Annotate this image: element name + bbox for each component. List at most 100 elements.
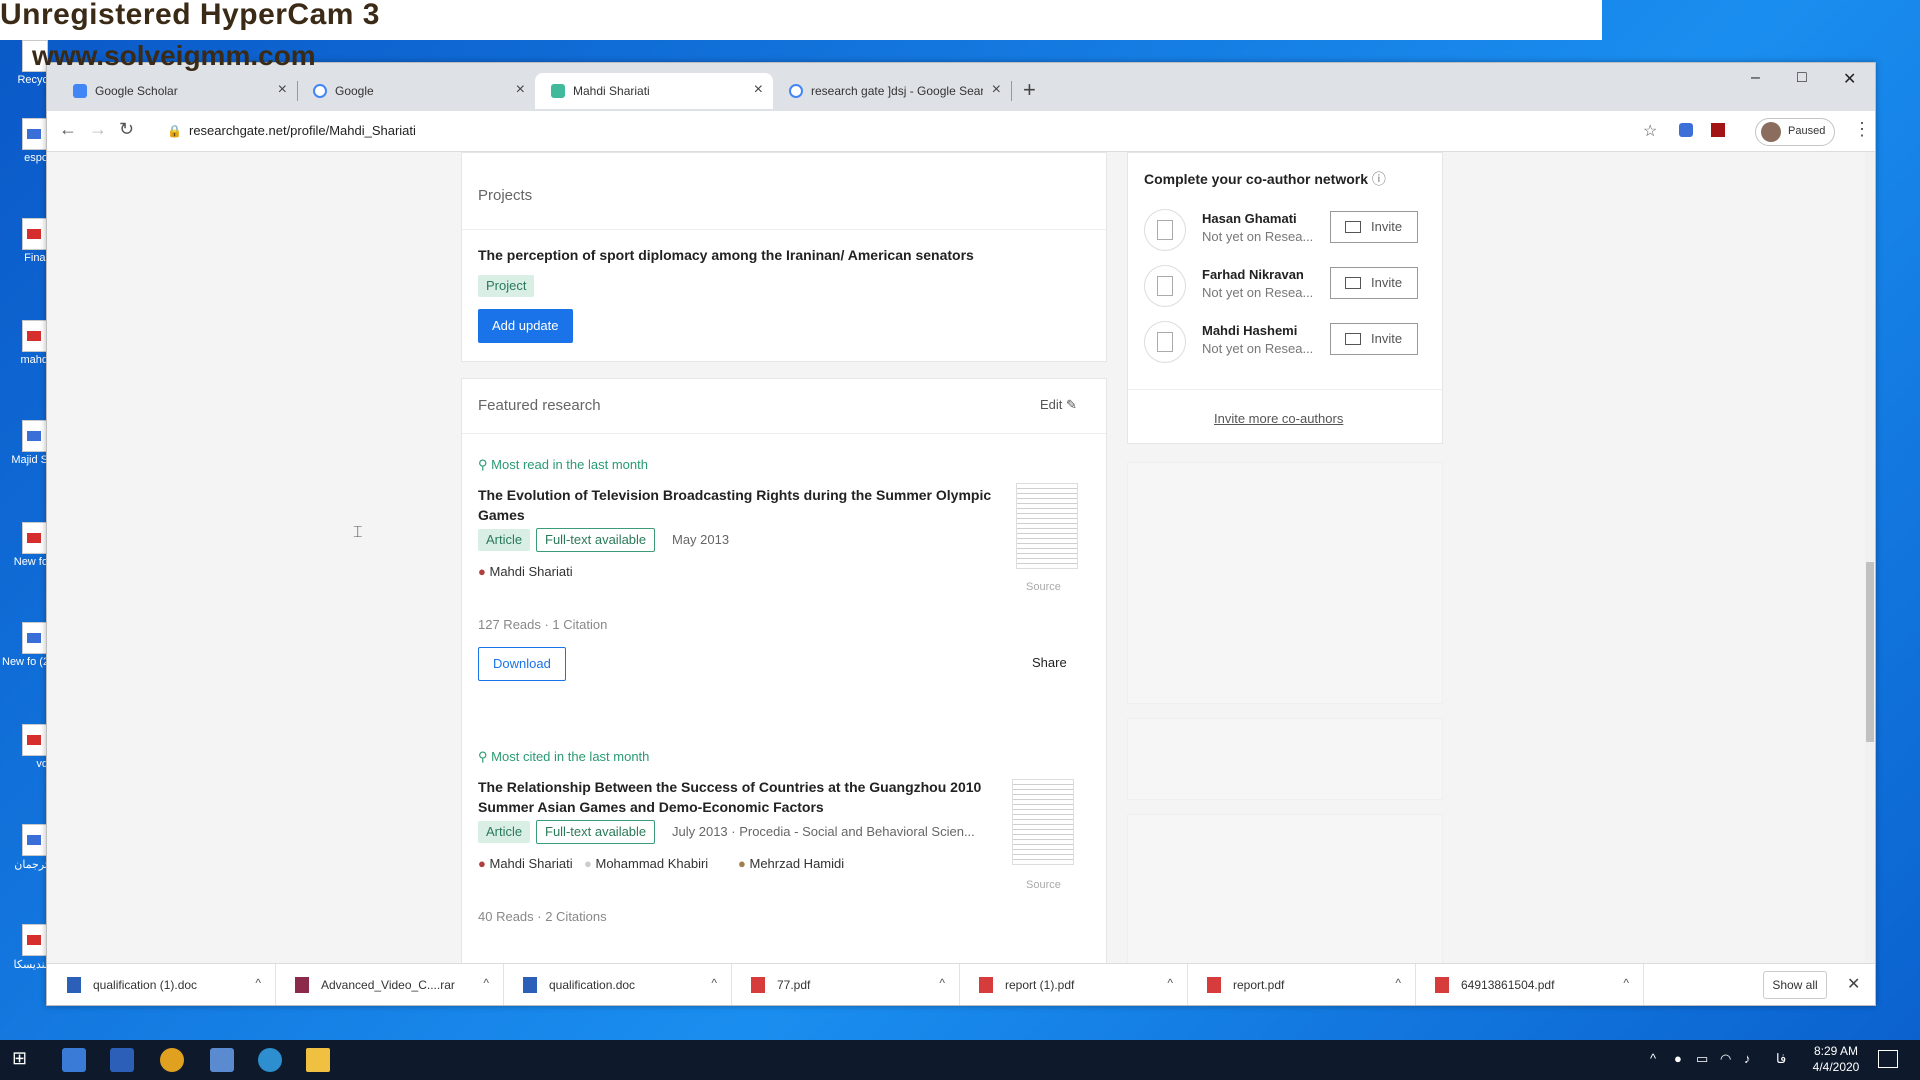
highlight-text: Most read in the last month	[491, 457, 648, 472]
close-tab-icon[interactable]: ×	[278, 81, 287, 99]
chevron-up-icon[interactable]: ^	[1167, 976, 1173, 990]
microphone-icon[interactable]: ●	[1674, 1051, 1682, 1066]
desktop-icon[interactable]: Majid S	[2, 420, 48, 480]
invite-button[interactable]: Invite	[1330, 267, 1418, 299]
reload-button[interactable]: ↻	[119, 119, 134, 140]
minimize-button[interactable]: –	[1751, 69, 1760, 87]
acrobat-extension-icon[interactable]	[1711, 123, 1725, 137]
desktop-icon-label: New fo	[13, 556, 48, 568]
profile-button[interactable]: Paused	[1755, 118, 1835, 146]
author-link[interactable]: ● Mehrzad Hamidi	[738, 856, 844, 871]
forward-button[interactable]: →	[89, 119, 107, 140]
project-title[interactable]: The perception of sport diplomacy among …	[478, 247, 974, 263]
show-all-button[interactable]: Show all	[1763, 971, 1827, 999]
wifi-icon[interactable]: ◠	[1720, 1051, 1731, 1067]
desktop-icon[interactable]: ترجمان	[2, 824, 48, 884]
app-icon[interactable]	[210, 1048, 234, 1072]
pdf-icon	[979, 977, 993, 993]
extension-icon[interactable]	[1679, 123, 1693, 137]
invite-more-link[interactable]: Invite more co-authors	[1214, 411, 1343, 426]
coauthor-name[interactable]: Farhad Nikravan	[1202, 267, 1304, 282]
download-item[interactable]: report.pdf ^	[1187, 964, 1416, 1005]
app-icon[interactable]	[62, 1048, 86, 1072]
article-title[interactable]: The Relationship Between the Success of …	[478, 777, 998, 817]
projects-card: Projects The perception of sport diploma…	[461, 152, 1107, 362]
document-icon	[22, 118, 48, 150]
windows-start-icon[interactable]: ⊞	[12, 1048, 36, 1072]
download-item[interactable]: Advanced_Video_C....rar ^	[275, 964, 504, 1005]
close-downloads-icon[interactable]: ✕	[1847, 974, 1860, 994]
download-item[interactable]: qualification.doc ^	[503, 964, 732, 1005]
invite-label: Invite	[1371, 275, 1403, 290]
chrome-icon[interactable]	[160, 1048, 184, 1072]
tab-title: research gate ]dsj - Google Sear	[811, 84, 983, 98]
desktop-icon[interactable]: espo	[2, 118, 48, 178]
tab-mahdi-shariati[interactable]: Mahdi Shariati ×	[535, 73, 773, 109]
download-item[interactable]: report (1).pdf ^	[959, 964, 1188, 1005]
info-icon[interactable]: ⓘ	[1372, 171, 1386, 187]
desktop-icon[interactable]: mahd	[2, 320, 48, 380]
file-explorer-icon[interactable]	[306, 1048, 330, 1072]
add-update-button[interactable]: Add update	[478, 309, 573, 343]
article-title[interactable]: The Evolution of Television Broadcasting…	[478, 485, 998, 525]
back-button[interactable]: ←	[59, 119, 77, 140]
notification-icon[interactable]	[1878, 1050, 1898, 1068]
article-thumbnail[interactable]	[1012, 779, 1074, 865]
scrollbar-thumb[interactable]	[1866, 562, 1874, 742]
desktop-icon[interactable]: New fo (2	[2, 622, 48, 682]
word-icon[interactable]	[110, 1048, 134, 1072]
article-thumbnail[interactable]	[1016, 483, 1078, 569]
close-tab-icon[interactable]: ×	[516, 81, 525, 99]
chevron-up-icon[interactable]: ^	[255, 976, 261, 990]
share-button[interactable]: Share	[1032, 655, 1067, 670]
chevron-up-icon[interactable]: ^	[483, 976, 489, 990]
language-indicator[interactable]: فا	[1776, 1051, 1786, 1067]
edit-button[interactable]: Edit ✎	[1040, 397, 1077, 413]
word-doc-icon	[523, 977, 537, 993]
page-content: Projects The perception of sport diploma…	[47, 152, 1865, 963]
address-bar[interactable]: 🔒 researchgate.net/profile/Mahdi_Shariat…	[167, 117, 1567, 145]
desktop-icon[interactable]: بندیسکا	[2, 924, 48, 984]
profile-status: Paused	[1788, 125, 1826, 137]
download-button[interactable]: Download	[478, 647, 566, 681]
close-window-button[interactable]: ✕	[1843, 69, 1856, 89]
bookmark-star-icon[interactable]: ☆	[1643, 121, 1661, 140]
clock[interactable]: 8:29 AM 4/4/2020	[1800, 1043, 1872, 1075]
tab-google-scholar[interactable]: Google Scholar ×	[57, 73, 298, 109]
app-icon[interactable]	[258, 1048, 282, 1072]
invite-button[interactable]: Invite	[1330, 323, 1418, 355]
author-link[interactable]: ● Mahdi Shariati	[478, 564, 573, 579]
volume-icon[interactable]: ♪	[1744, 1051, 1751, 1066]
tab-research-gate-search[interactable]: research gate ]dsj - Google Sear ×	[773, 73, 1012, 109]
download-item[interactable]: qualification (1).doc ^	[47, 964, 276, 1005]
desktop-icon[interactable]: Final	[2, 218, 48, 278]
clock-date: 4/4/2020	[1812, 1060, 1860, 1074]
hypercam-title: Unregistered HyperCam 3	[0, 0, 380, 31]
battery-icon[interactable]: ▭	[1696, 1051, 1708, 1067]
maximize-button[interactable]: □	[1797, 69, 1807, 87]
browser-toolbar: ← → ↻ 🔒 researchgate.net/profile/Mahdi_S…	[47, 111, 1875, 152]
close-tab-icon[interactable]: ×	[754, 81, 763, 99]
desktop-icon[interactable]: New fo	[2, 522, 48, 582]
download-item[interactable]: 77.pdf ^	[731, 964, 960, 1005]
desktop-icon-label: بندیسکا	[13, 959, 48, 971]
menu-icon[interactable]: ⋮	[1853, 119, 1871, 140]
tab-google[interactable]: Google ×	[297, 73, 536, 109]
chevron-up-icon[interactable]: ^	[939, 976, 945, 990]
new-tab-button[interactable]: +	[1023, 77, 1036, 103]
coauthor-name[interactable]: Hasan Ghamati	[1202, 211, 1297, 226]
invite-button[interactable]: Invite	[1330, 211, 1418, 243]
close-tab-icon[interactable]: ×	[992, 81, 1001, 99]
chevron-up-icon[interactable]: ^	[1395, 976, 1401, 990]
download-item[interactable]: 64913861504.pdf ^	[1415, 964, 1644, 1005]
chevron-up-icon[interactable]: ^	[711, 976, 717, 990]
coauthor-row: Farhad Nikravan Not yet on Resea... Invi…	[1144, 263, 1434, 309]
author-link[interactable]: ● Mohammad Khabiri	[584, 856, 708, 871]
coauthor-name[interactable]: Mahdi Hashemi	[1202, 323, 1297, 338]
chevron-up-icon[interactable]: ^	[1623, 976, 1629, 990]
page-scrollbar[interactable]	[1865, 152, 1875, 963]
author-link[interactable]: ● Mahdi Shariati	[478, 856, 573, 871]
desktop-icon[interactable]: vd	[2, 724, 48, 784]
avatar	[1144, 209, 1186, 251]
tray-chevron-icon[interactable]: ^	[1650, 1051, 1656, 1066]
